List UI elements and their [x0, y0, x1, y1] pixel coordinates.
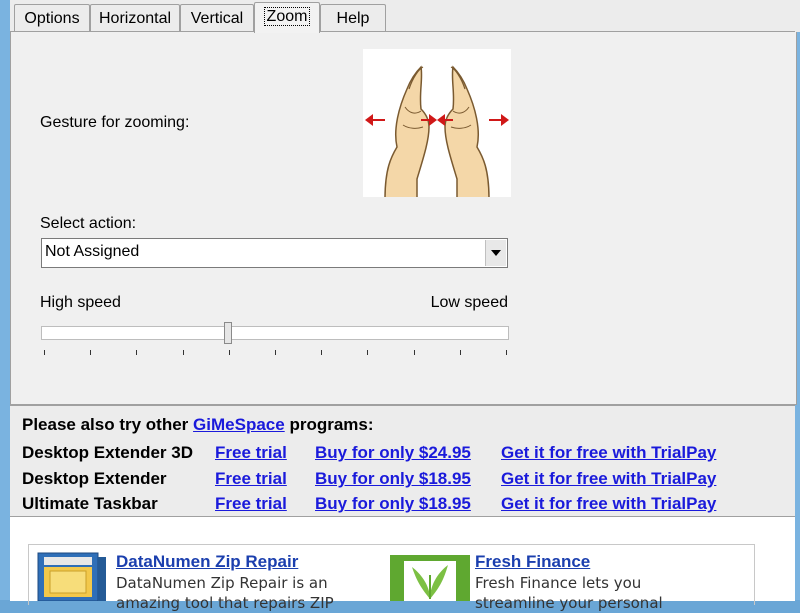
promo-intro: Please also try other GiMeSpace programs… — [22, 415, 374, 435]
slider-tick — [275, 350, 276, 355]
slider-tick — [136, 350, 138, 355]
slider-tick — [413, 350, 415, 355]
window-frame-left — [0, 0, 10, 600]
buy-link[interactable]: Buy for only $18.95 — [315, 494, 471, 514]
two-hands-pinch-zoom-icon — [363, 49, 511, 200]
ad-description: DataNumen Zip Repair is an amazing tool … — [116, 573, 334, 613]
promo-section: Please also try other GiMeSpace programs… — [10, 405, 795, 516]
ad-description: Fresh Finance lets you streamline your p… — [475, 573, 663, 613]
tab-help[interactable]: Help — [320, 4, 386, 32]
low-speed-label: Low speed — [430, 294, 508, 311]
ad-description-line: DataNumen Zip Repair is an — [116, 574, 328, 592]
buy-link[interactable]: Buy for only $24.95 — [315, 443, 471, 463]
speed-slider-thumb[interactable] — [224, 322, 233, 344]
tab-strip: Options Horizontal Vertical Zoom Help — [10, 0, 800, 33]
product-name: Desktop Extender — [22, 469, 167, 488]
buy-link[interactable]: Buy for only $18.95 — [315, 469, 471, 489]
tab-vertical[interactable]: Vertical — [180, 4, 254, 32]
promo-intro-suffix: programs: — [289, 415, 374, 434]
ad-description-line: streamline your personal — [475, 594, 663, 612]
slider-tick — [90, 350, 92, 355]
dropdown-button[interactable] — [485, 240, 506, 266]
select-action-label: Select action: — [40, 215, 137, 232]
zoom-tab-page: Gesture for zooming: Select action: Not … — [10, 32, 797, 405]
ad-title-link[interactable]: Fresh Finance — [475, 552, 590, 572]
product-name: Desktop Extender 3D — [22, 443, 193, 462]
gimespace-link[interactable]: GiMeSpace — [193, 415, 285, 434]
trialpay-link[interactable]: Get it for free with TrialPay — [501, 494, 716, 514]
slider-tick — [367, 350, 369, 355]
ad-title-link[interactable]: DataNumen Zip Repair — [116, 552, 298, 572]
slider-tick — [44, 350, 45, 355]
speed-slider-track[interactable] — [41, 326, 509, 340]
zip-repair-box-icon[interactable] — [34, 551, 110, 602]
fresh-finance-leaf-icon[interactable] — [390, 555, 470, 601]
action-select-value: Not Assigned — [45, 243, 140, 260]
action-select[interactable]: Not Assigned — [41, 238, 508, 268]
chevron-down-icon — [491, 250, 501, 256]
ad-description-line: Fresh Finance lets you — [475, 574, 642, 592]
high-speed-label: High speed — [40, 294, 121, 311]
promo-intro-prefix: Please also try other — [22, 415, 189, 434]
slider-tick — [459, 350, 461, 355]
tab-horizontal[interactable]: Horizontal — [90, 4, 180, 32]
ad-description-line: amazing tool that repairs ZIP — [116, 594, 334, 612]
slider-tick — [182, 350, 184, 355]
product-name: Ultimate Taskbar — [22, 494, 158, 513]
ads-section: DataNumen Zip Repair DataNumen Zip Repai… — [10, 516, 795, 612]
slider-tick — [321, 350, 323, 355]
slider-tick — [506, 350, 507, 355]
trialpay-link[interactable]: Get it for free with TrialPay — [501, 443, 716, 463]
free-trial-link[interactable]: Free trial — [215, 494, 287, 514]
free-trial-link[interactable]: Free trial — [215, 443, 287, 463]
gesture-label: Gesture for zooming: — [40, 114, 190, 131]
tab-zoom[interactable]: Zoom — [254, 2, 320, 33]
free-trial-link[interactable]: Free trial — [215, 469, 287, 489]
trialpay-link[interactable]: Get it for free with TrialPay — [501, 469, 716, 489]
tab-options[interactable]: Options — [14, 4, 90, 32]
tab-zoom-label: Zoom — [263, 7, 311, 26]
slider-tick — [228, 350, 230, 355]
